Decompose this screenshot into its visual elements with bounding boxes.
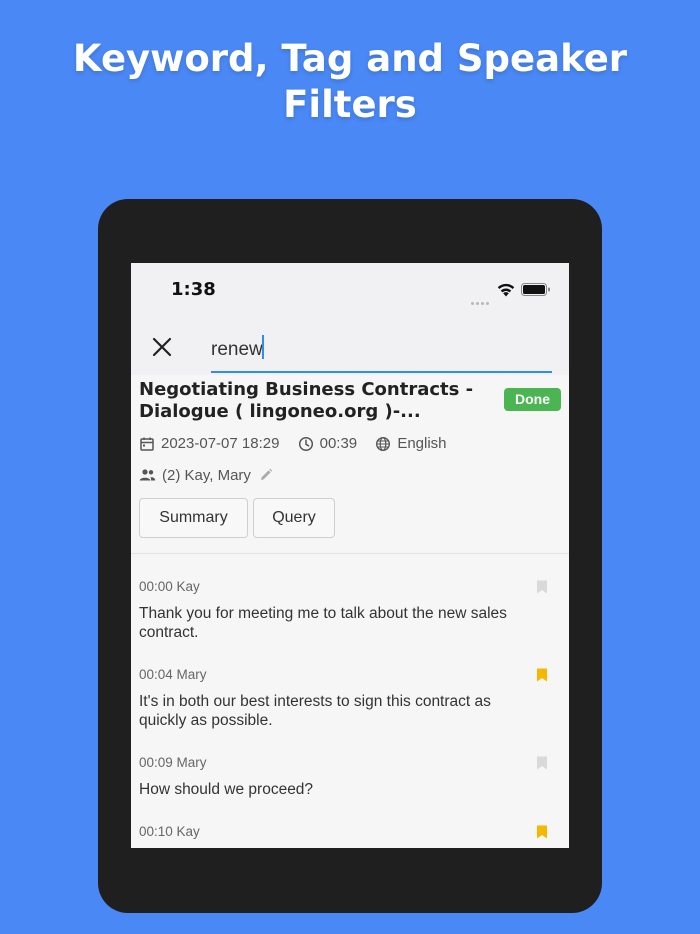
status-time: 1:38 — [171, 279, 216, 300]
segment-text-line: How should we proceed? — [139, 781, 314, 798]
recording-title-line-1: Negotiating Business Contracts - — [139, 379, 474, 400]
recording-duration: 00:39 — [319, 435, 358, 452]
duration-item: 00:39 — [298, 435, 358, 452]
signal-dots-icon — [471, 292, 491, 305]
status-badge: Done — [504, 388, 561, 411]
date-item: 2023-07-07 18:29 — [139, 435, 279, 452]
calendar-icon — [140, 437, 154, 451]
text-caret — [262, 335, 264, 359]
segment-time-speaker: 00:09 Mary — [139, 755, 207, 770]
bookmark-icon[interactable] — [536, 825, 548, 839]
page-headline: Keyword, Tag and Speaker Filters — [0, 36, 700, 128]
people-icon — [139, 469, 156, 481]
segment-time-speaker: 00:10 Kay — [139, 824, 200, 839]
recording-title-line-2: Dialogue ( lingoneo.org )-... — [139, 401, 421, 422]
language-item[interactable]: English — [375, 435, 447, 452]
segment-text: Thank you for meeting me to talk about t… — [139, 604, 549, 642]
search-underline — [211, 371, 552, 373]
recording-meta: 2023-07-07 18:29 00:39 English — [139, 435, 461, 455]
segment-text-line: contract. — [139, 624, 199, 641]
status-bar: 1:38 — [131, 263, 569, 319]
section-divider — [131, 553, 569, 554]
close-icon[interactable] — [151, 336, 173, 358]
recording-date: 2023-07-07 18:29 — [161, 435, 280, 452]
segment-text: How should we proceed? — [139, 780, 549, 799]
edit-pencil-icon[interactable] — [259, 468, 273, 482]
segment-text-line: quickly as possible. — [139, 712, 273, 729]
headline-line-1: Keyword, Tag and Speaker — [72, 37, 628, 80]
bookmark-icon[interactable] — [536, 580, 548, 594]
recording-language: English — [397, 435, 447, 452]
speakers-row: (2) Kay, Mary — [139, 465, 279, 485]
app-screen: 1:38 Negotiating Business Contracts - Di… — [131, 263, 569, 848]
speakers-label: (2) Kay, Mary — [162, 466, 251, 484]
segment-text: It's in both our best interests to sign … — [139, 692, 549, 730]
wifi-icon — [497, 283, 515, 297]
segment-text-line: Thank you for meeting me to talk about t… — [139, 605, 507, 622]
bookmark-icon[interactable] — [536, 668, 548, 682]
bookmark-icon[interactable] — [536, 756, 548, 770]
query-button[interactable]: Query — [253, 498, 335, 538]
recording-title[interactable]: Negotiating Business Contracts - Dialogu… — [139, 379, 479, 423]
globe-icon — [376, 436, 391, 451]
summary-button[interactable]: Summary — [139, 498, 248, 538]
battery-icon — [521, 283, 550, 296]
segment-time-speaker: 00:04 Mary — [139, 667, 207, 682]
segment-text-line: It's in both our best interests to sign … — [139, 693, 491, 710]
clock-icon — [298, 436, 313, 451]
headline-line-2: Filters — [283, 83, 417, 126]
segment-time-speaker: 00:00 Kay — [139, 579, 200, 594]
